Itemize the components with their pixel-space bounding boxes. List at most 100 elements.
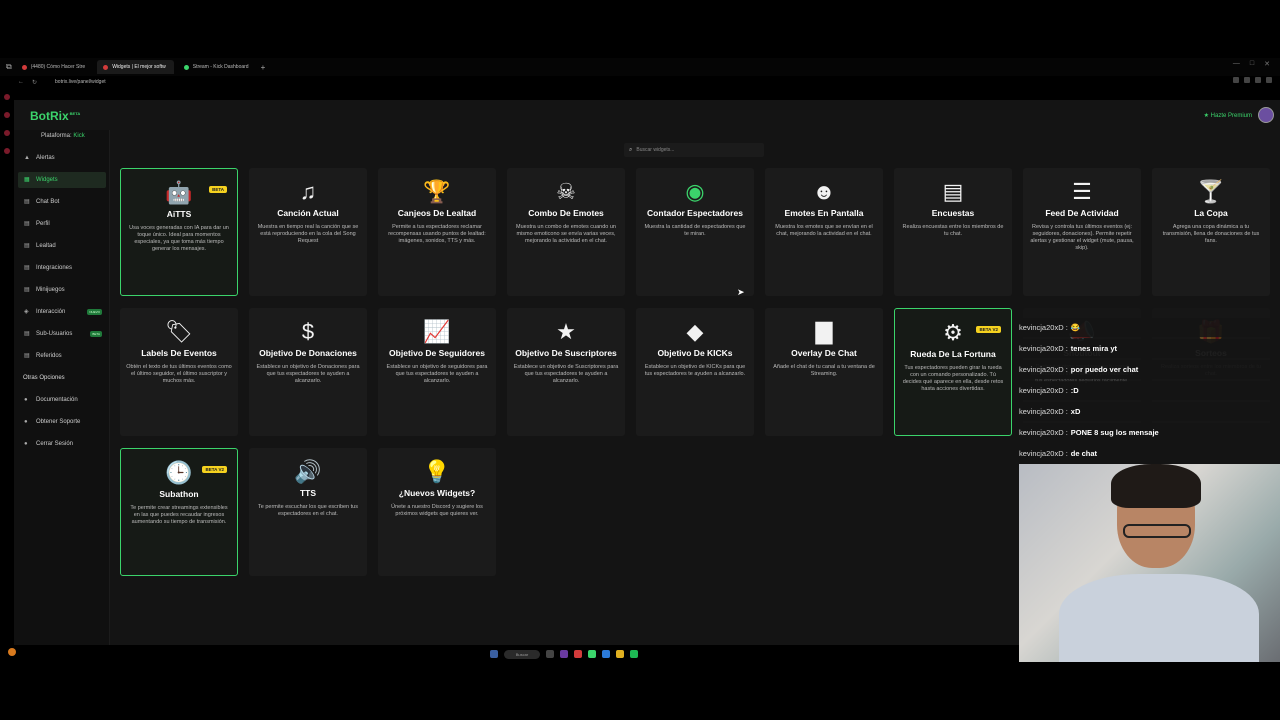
browser-side-rail (0, 90, 14, 650)
sidebar-item-chat-bot[interactable]: ▤ Chat Bot (18, 194, 106, 210)
extension-icon[interactable] (1233, 77, 1239, 83)
tab-label: Widgets | El mejor softw (112, 64, 166, 70)
extension-icon[interactable] (1255, 77, 1261, 83)
chat-message: kevincja20xD : 😂 (1015, 318, 1280, 337)
taskbar-app-icon[interactable] (602, 650, 610, 658)
widget-card-wheel[interactable]: ⚙ BETA V2 Rueda De La Fortuna Tus espectado… (894, 308, 1012, 436)
clock-icon: 🕒 (165, 460, 193, 485)
address-bar[interactable]: botrix.live/panel/widget (55, 79, 106, 85)
taskbar-app-icon[interactable] (546, 650, 554, 658)
sidebar-item-label: Cerrar Sesión (36, 441, 74, 447)
sidebar-item-label: Minijuegos (36, 287, 65, 293)
widget-card-dollar[interactable]: $ Objetivo De Donaciones Establece un obje… (249, 308, 367, 436)
widget-card-trophy[interactable]: 🏆 Canjeos De Lealtad Permite a tus especta… (378, 168, 496, 296)
sidebar-item-minijuegos[interactable]: ▤ Minijuegos (18, 282, 106, 298)
widget-card-lightbulb[interactable]: 💡 ¿Nuevos Widgets? Únete a nuestro Discord… (378, 448, 496, 576)
widget-card-clock[interactable]: 🕒 BETA V2 Subathon Te permite crear streami… (120, 448, 238, 576)
browser-tab-1[interactable]: (4480) Cómo Hacer Stre (16, 60, 93, 74)
widget-card-grin[interactable]: ☻ Emotes En Pantalla Muestra los emotes qu… (765, 168, 883, 296)
taskbar-app-icon[interactable] (588, 650, 596, 658)
widget-card-chart[interactable]: 📈 Objetivo De Seguidores Establece un obje… (378, 308, 496, 436)
grin-icon: ☻ (812, 179, 836, 204)
tray-app-icon[interactable] (8, 648, 16, 656)
widget-title: ¿Nuevos Widgets? (398, 488, 476, 498)
widget-description: Tus espectadores pueden girar la rueda c… (902, 365, 1004, 392)
widget-card-robot[interactable]: 🤖 BETA AiTTS Usa voces generadas con IA par… (120, 168, 238, 296)
music-icon: ♫ (299, 179, 317, 204)
extension-icon[interactable] (1266, 77, 1272, 83)
taskbar-app-icon[interactable] (574, 650, 582, 658)
avatar[interactable] (1258, 107, 1274, 123)
sidebar-item-integraciones[interactable]: ▤ Integraciones (18, 260, 106, 276)
platform-indicator[interactable]: Plataforma: Kick (41, 133, 85, 139)
widget-card-star[interactable]: ★ Objetivo De Suscriptores Establece un ob… (507, 308, 625, 436)
chat-username: kevincja20xD : (1019, 428, 1068, 437)
rail-icon[interactable] (4, 130, 10, 136)
platform-value: Kick (73, 133, 85, 139)
widget-card-diamond[interactable]: ◆ Objetivo De KICKs Establece un objetivo … (636, 308, 754, 436)
browser-tab-3[interactable]: Stream - Kick Dashboard (178, 60, 257, 74)
taskbar-app-icon[interactable] (560, 650, 568, 658)
chat-text: por puedo ver chat (1070, 365, 1139, 374)
widget-card-cup[interactable]: 🍸 La Copa Agrega una copa dinámica a tu tr… (1152, 168, 1270, 296)
sidebar-item-interacci-n[interactable]: ◈ Interacción NUEVO (18, 304, 106, 320)
new-tab-icon[interactable]: + (261, 63, 266, 72)
widget-card-poll[interactable]: ▤ Encuestas Realiza encuestas entre los mi… (894, 168, 1012, 296)
widget-card-chat-bubble[interactable]: ▇ Overlay De Chat Añade el chat de tu cana… (765, 308, 883, 436)
beta-badge: BETA V2 (202, 466, 227, 473)
widget-card-tag[interactable]: 🏷 Labels De Eventos Obtén el texto de tus … (120, 308, 238, 436)
sidebar-other-item[interactable]: ● Documentación (18, 392, 106, 408)
cup-icon: 🍸 (1197, 179, 1225, 204)
browser-navbar: ← ↻ botrix.live/panel/widget (0, 76, 1280, 88)
chat-username: kevincja20xD : (1019, 323, 1068, 332)
sidebar-item-referidos[interactable]: ▤ Referidos (18, 348, 106, 364)
widget-card-speaker[interactable]: 🔊 TTS Te permite escuchar los que escriben… (249, 448, 367, 576)
browser-tab-2[interactable]: Widgets | El mejor softw (97, 60, 174, 74)
widget-card-list[interactable]: ☰ Feed De Actividad Revisa y controla tus … (1023, 168, 1141, 296)
chat-username: kevincja20xD : (1019, 407, 1068, 416)
tab-list-icon[interactable]: ⧉ (6, 62, 12, 72)
widget-card-eye[interactable]: ◉ Contador Espectadores Muestra la cantida… (636, 168, 754, 296)
minimize-icon[interactable]: — (1233, 60, 1240, 68)
widget-card-skull[interactable]: ☠ Combo De Emotes Muestra un combo de emot… (507, 168, 625, 296)
extension-icon[interactable] (1244, 77, 1250, 83)
rail-icon[interactable] (4, 94, 10, 100)
sidebar-item-perfil[interactable]: ▤ Perfil (18, 216, 106, 232)
sidebar-item-widgets[interactable]: ▦ Widgets (18, 172, 106, 188)
close-icon[interactable]: ✕ (1264, 60, 1270, 68)
taskbar-search[interactable]: Buscar (504, 649, 540, 659)
chat-message: kevincja20xD ::D (1015, 381, 1280, 400)
robot-icon: 🤖 (165, 180, 193, 205)
sidebar-other-item[interactable]: ● Obtener Soporte (18, 414, 106, 430)
sidebar-item-icon: ● (24, 419, 28, 425)
reload-icon[interactable]: ↻ (32, 79, 37, 86)
widget-title: Feed De Actividad (1045, 208, 1119, 218)
sidebar-item-lealtad[interactable]: ▤ Lealtad (18, 238, 106, 254)
chat-overlay: kevincja20xD : 😂 kevincja20xD : tenes mira … (1015, 318, 1280, 465)
sidebar-item-alertas[interactable]: ▲ Alertas (18, 150, 106, 166)
taskbar-app-icon[interactable] (616, 650, 624, 658)
chat-message: kevincja20xD : xD (1015, 402, 1280, 421)
taskbar: Buscar (490, 648, 638, 660)
botrix-favicon-icon (103, 64, 109, 70)
speaker-icon: 🔊 (294, 459, 322, 484)
rail-icon[interactable] (4, 112, 10, 118)
maximize-icon[interactable]: □ (1250, 60, 1254, 68)
back-icon[interactable]: ← (18, 79, 24, 85)
sidebar-other-item[interactable]: ● Cerrar Sesión (18, 436, 106, 452)
widget-description: Establece un objetivo de Donaciones para… (256, 364, 360, 384)
beta-badge: BETA (209, 186, 227, 193)
taskbar-app-icon[interactable] (630, 650, 638, 658)
search-input[interactable]: ⌕ Buscar widgets... (624, 143, 764, 157)
logo-text: BotRix (30, 109, 69, 123)
botrix-logo[interactable]: BotRixBETA (30, 109, 80, 123)
sidebar-item-sub-usuarios[interactable]: ▤ Sub-Usuarios BETA (18, 326, 106, 342)
widget-description: Establece un objetivo de KICKs para que … (644, 364, 746, 377)
premium-link[interactable]: ★ Hazte Premium (1204, 112, 1252, 119)
windows-start-icon[interactable] (490, 650, 498, 658)
widget-title: Objetivo De Seguidores (389, 348, 485, 358)
sidebar-item-label: Perfil (36, 221, 50, 227)
rail-icon[interactable] (4, 148, 10, 154)
person-hair (1111, 464, 1201, 508)
widget-card-music[interactable]: ♫ Canción Actual Muestra en tiempo real la… (249, 168, 367, 296)
